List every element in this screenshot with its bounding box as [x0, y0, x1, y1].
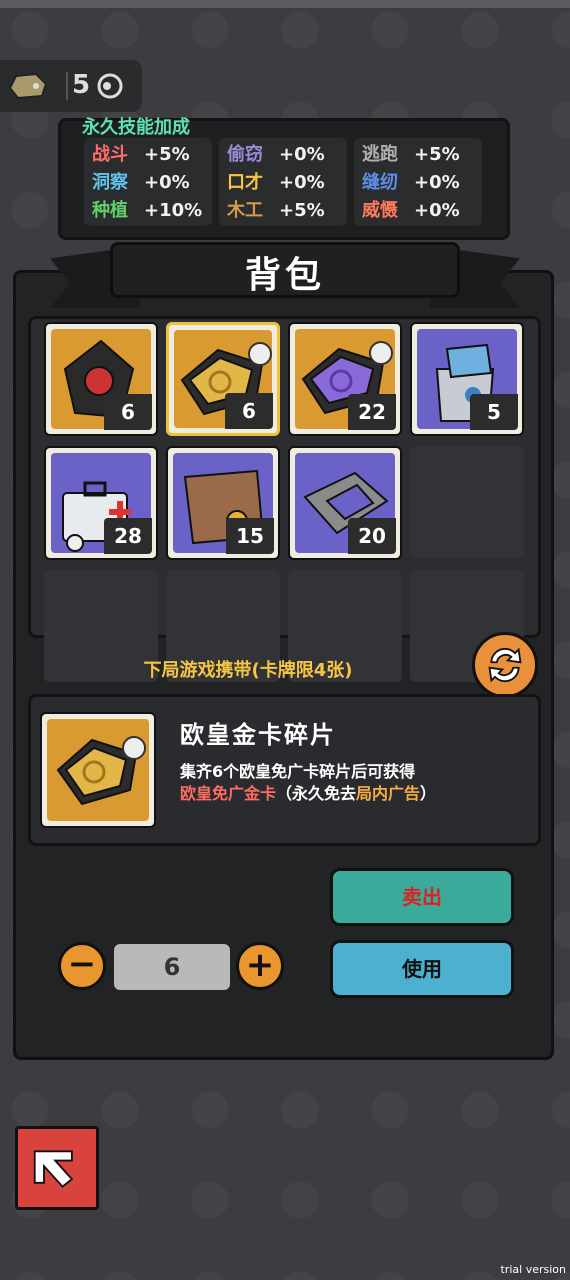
refresh-icon[interactable]: [472, 632, 538, 698]
sell-button[interactable]: 卖出: [330, 868, 514, 926]
desc-text: （永久免去: [276, 784, 357, 803]
item-detail-card: [40, 712, 156, 828]
ad-highlight: 局内广告: [356, 784, 421, 803]
quantity-plus-button[interactable]: +: [236, 942, 284, 990]
quantity-minus-button[interactable]: −: [58, 942, 106, 990]
item-count: 20: [348, 518, 396, 554]
inventory-item-card[interactable]: 22: [288, 322, 402, 436]
backpack-title: 背包: [244, 255, 325, 296]
skill-name: 战斗: [92, 144, 128, 165]
divider: [66, 72, 68, 100]
ore-rock-icon: [8, 72, 48, 100]
item-count: 28: [104, 518, 152, 554]
use-button[interactable]: 使用: [330, 940, 514, 998]
skill-item: 战斗 +5%: [92, 140, 190, 166]
carry-label: 下局游戏携带(卡牌限4张): [143, 660, 353, 681]
gold-card-fragment-icon: [56, 736, 146, 806]
inventory-item-card[interactable]: 15: [166, 446, 280, 560]
skill-value: +10%: [144, 200, 203, 221]
reward-name: 欧皇免广金卡: [180, 784, 277, 803]
skill-value: +0%: [414, 200, 460, 221]
skill-item: 种植 +10%: [92, 196, 202, 222]
item-count: 6: [104, 394, 152, 430]
back-icon[interactable]: [15, 1126, 99, 1210]
skill-name: 木工: [227, 200, 263, 221]
item-count: 15: [226, 518, 274, 554]
skill-item: 缝纫 +0%: [362, 168, 460, 194]
quantity-field[interactable]: 6: [114, 944, 230, 990]
token-coin-icon: [97, 73, 123, 99]
inventory-item-card[interactable]: 6: [44, 322, 158, 436]
skill-name: 偷窃: [227, 144, 263, 165]
skill-item: 偷窃 +0%: [227, 140, 325, 166]
skill-value: +5%: [144, 144, 190, 165]
skill-name: 种植: [92, 200, 128, 221]
skill-name: 缝纫: [362, 172, 398, 193]
skill-item: 逃跑 +5%: [362, 140, 460, 166]
skill-item: 威慑 +0%: [362, 196, 460, 222]
skill-name: 威慑: [362, 200, 398, 221]
skill-value: +0%: [144, 172, 190, 193]
item-name: 欧皇金卡碎片: [180, 721, 336, 749]
currency-value: 5: [72, 70, 91, 100]
skill-name: 口才: [227, 172, 263, 193]
skill-item: 洞察 +0%: [92, 168, 190, 194]
inventory-item-card[interactable]: 20: [288, 446, 402, 560]
desc-text: ）: [420, 784, 437, 803]
skill-value: +0%: [279, 172, 325, 193]
currency-display: 5: [0, 60, 142, 112]
watermark: trial version: [500, 1263, 566, 1276]
item-description-line2: 欧皇免广金卡（永久免去局内广告）: [180, 780, 436, 804]
item-count: 6: [225, 393, 273, 429]
skill-name: 逃跑: [362, 144, 398, 165]
inventory-item-card[interactable]: 6: [166, 322, 280, 436]
item-description: 集齐6个欧皇免广卡碎片后可获得: [180, 762, 416, 781]
skill-panel-title: 永久技能加成: [82, 117, 190, 138]
skill-item: 口才 +0%: [227, 168, 325, 194]
skill-value: +5%: [279, 200, 325, 221]
skill-name: 洞察: [92, 172, 128, 193]
inventory-slot-empty: [410, 446, 524, 558]
item-count: 5: [470, 394, 518, 430]
skill-value: +5%: [414, 144, 460, 165]
skill-value: +0%: [279, 144, 325, 165]
skill-value: +0%: [414, 172, 460, 193]
item-count: 22: [348, 394, 396, 430]
inventory-item-card[interactable]: 28: [44, 446, 158, 560]
skill-item: 木工 +5%: [227, 196, 325, 222]
inventory-item-card[interactable]: 5: [410, 322, 524, 436]
